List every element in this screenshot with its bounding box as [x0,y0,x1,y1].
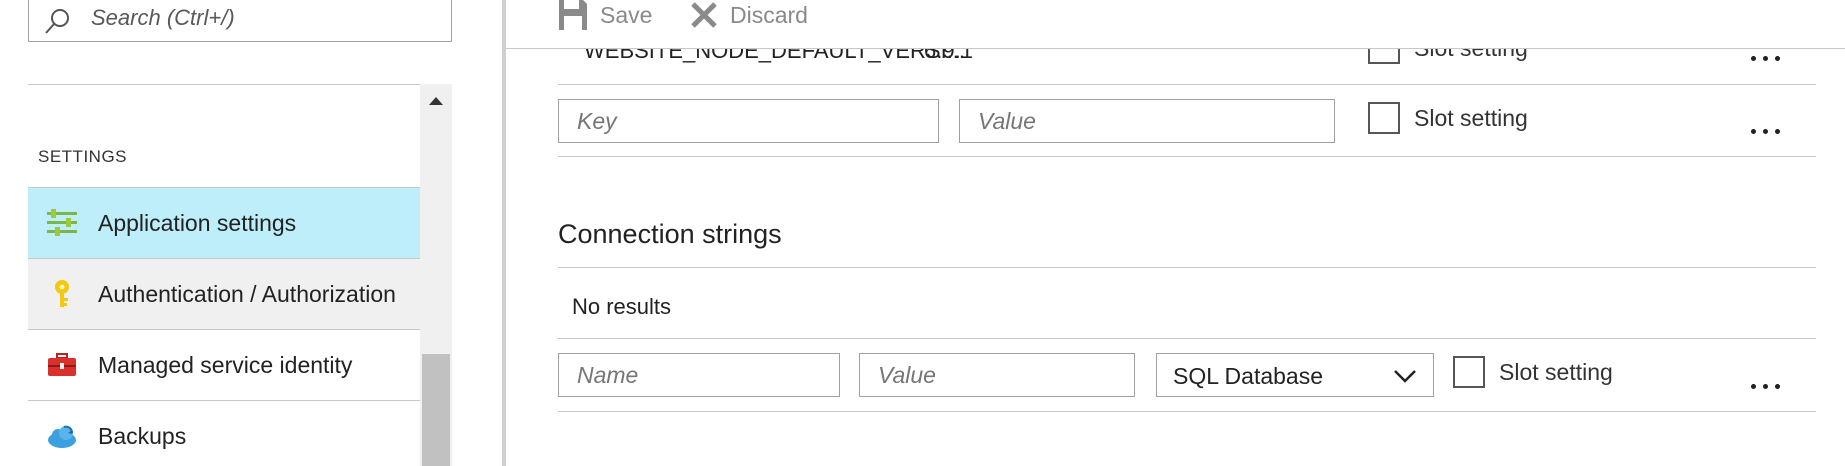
connection-strings-empty-row: No results [558,267,1816,339]
save-label: Save [600,1,653,28]
save-icon [559,0,587,30]
sidebar-item-managed-service-identity[interactable]: Managed service identity [28,329,420,400]
settings-content-panel: Save Discard WEBSITE_NODE_DEFAULT_VERSI.… [506,0,1845,466]
more-options-icon[interactable] [1751,52,1785,64]
connection-strings-heading: Connection strings [558,219,782,249]
connection-type-dropdown[interactable]: SQL Database [1156,353,1434,397]
sliders-icon [47,209,77,236]
new-connection-string-row: SQL Database Slot setting [558,339,1816,412]
slot-setting-checkbox[interactable] [1453,356,1485,388]
more-options-icon[interactable] [1751,125,1785,137]
search-box[interactable] [28,0,452,42]
new-connection-value-input[interactable] [859,353,1135,397]
sidebar-item-backups[interactable]: Backups [28,400,420,466]
no-results-text: No results [572,294,672,319]
sidebar-item-label: Managed service identity [98,352,353,378]
sidebar-item-label: Backups [98,423,187,449]
scrollbar-thumb[interactable] [422,354,450,466]
new-connection-name-input[interactable] [558,353,840,397]
cloud-backup-icon [48,425,76,448]
toolbox-icon [48,353,76,376]
scroll-up-arrow-icon[interactable] [420,84,452,116]
discard-label: Discard [730,1,808,28]
settings-menu: SETTINGS Application settings Authentica… [28,84,420,466]
chevron-down-icon [1394,370,1416,383]
discard-button[interactable]: Discard [690,0,808,30]
search-icon [45,9,69,34]
section-header-settings: SETTINGS [38,147,128,166]
new-app-setting-row: Slot setting [558,85,1816,157]
search-input[interactable] [91,3,431,33]
new-key-input[interactable] [558,99,939,143]
app-window: SETTINGS Application settings [0,0,1845,466]
new-value-input[interactable] [959,99,1335,143]
resource-menu-panel: SETTINGS Application settings [0,0,505,466]
slot-setting-label: Slot setting [1499,359,1613,385]
connection-type-value: SQL Database [1173,363,1324,389]
menu-scrollbar[interactable] [420,84,452,466]
more-options-icon[interactable] [1751,380,1785,392]
sidebar-item-application-settings[interactable]: Application settings [28,187,420,258]
sidebar-item-authentication[interactable]: Authentication / Authorization [28,258,420,329]
sidebar-item-label: Authentication / Authorization [98,281,396,307]
close-icon [691,2,717,28]
key-icon [55,280,69,307]
slot-setting-checkbox[interactable] [1368,102,1400,134]
save-button[interactable]: Save [558,0,652,30]
command-bar: Save Discard [506,0,1845,49]
slot-setting-label: Slot setting [1414,105,1528,131]
app-settings-content: WEBSITE_NODE_DEFAULT_VERSI... 6.9.1 Slot… [506,0,1845,466]
sidebar-item-label: Application settings [98,210,297,236]
